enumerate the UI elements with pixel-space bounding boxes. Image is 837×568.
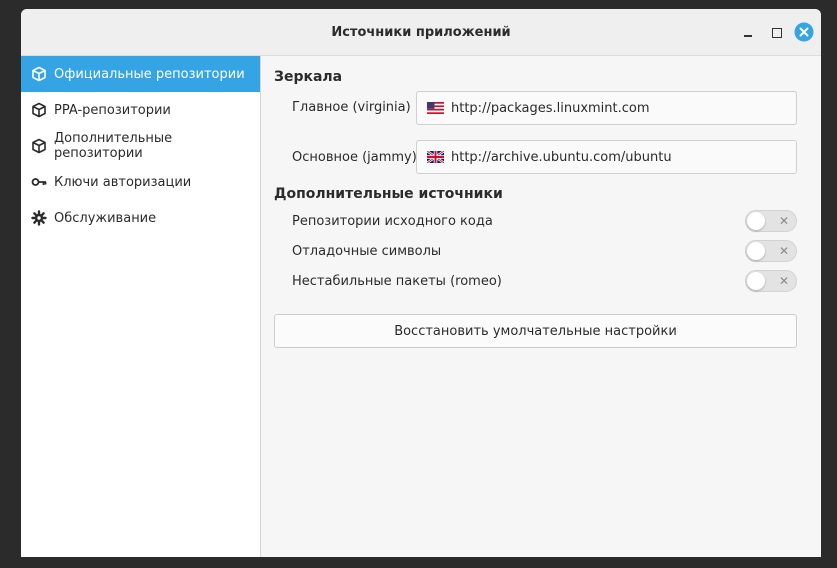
base-mirror-label: Основное (jammy)	[292, 150, 417, 165]
sidebar-item-label: Официальные репозитории	[54, 66, 245, 82]
sidebar-item-additional-repos[interactable]: Дополнительные репозитории	[21, 128, 260, 164]
key-icon	[31, 174, 47, 190]
unstable-packages-toggle[interactable]: ✕	[745, 270, 797, 292]
package-icon	[31, 66, 47, 82]
window-title: Источники приложений	[331, 25, 511, 40]
source-code-toggle-label: Репозитории исходного кода	[292, 214, 493, 229]
sidebar-item-auth-keys[interactable]: Ключи авторизации	[21, 164, 260, 200]
app-window: Источники приложений Официальные репозит…	[21, 9, 821, 557]
toggle-off-icon: ✕	[778, 274, 789, 288]
toggle-off-icon: ✕	[778, 244, 789, 258]
sidebar-item-ppa-repos[interactable]: PPA-репозитории	[21, 92, 260, 128]
sidebar-item-label: Обслуживание	[54, 210, 157, 226]
package-icon	[31, 102, 47, 118]
sidebar-item-label: Дополнительные репозитории	[54, 131, 173, 161]
sidebar: Официальные репозитории PPA-репозитории …	[21, 56, 261, 557]
package-icon	[31, 138, 47, 154]
sidebar-item-official-repos[interactable]: Официальные репозитории	[21, 56, 260, 92]
main-mirror-url: http://packages.linuxmint.com	[451, 100, 650, 116]
maximize-button[interactable]	[767, 23, 785, 41]
restore-defaults-button[interactable]: Восстановить умолчательные настройки	[274, 314, 797, 348]
main-content: Зеркала Главное (virginia) http://packag…	[274, 56, 804, 557]
main-mirror-label: Главное (virginia)	[292, 100, 411, 115]
mirrors-section-title: Зеркала	[274, 69, 343, 85]
sidebar-item-maintenance[interactable]: Обслуживание	[21, 200, 260, 236]
base-mirror-url: http://archive.ubuntu.com/ubuntu	[451, 149, 672, 165]
toggle-knob	[747, 242, 765, 260]
unstable-packages-toggle-label: Нестабильные пакеты (romeo)	[292, 274, 502, 289]
main-mirror-field[interactable]: http://packages.linuxmint.com	[416, 91, 797, 125]
uk-flag-icon	[427, 151, 444, 163]
debug-symbols-toggle-label: Отладочные символы	[292, 244, 442, 259]
sidebar-item-label: Ключи авторизации	[54, 174, 192, 190]
debug-symbols-toggle[interactable]: ✕	[745, 240, 797, 262]
minimize-button[interactable]	[739, 23, 757, 41]
toggle-off-icon: ✕	[778, 214, 789, 228]
optional-sources-section-title: Дополнительные источники	[274, 186, 503, 202]
source-code-toggle[interactable]: ✕	[745, 210, 797, 232]
us-flag-icon	[427, 102, 444, 114]
close-icon	[794, 22, 814, 42]
sidebar-item-label: PPA-репозитории	[54, 102, 171, 118]
close-button[interactable]	[794, 22, 814, 42]
title-bar[interactable]: Источники приложений	[21, 9, 821, 56]
toggle-knob	[747, 212, 765, 230]
toggle-knob	[747, 272, 765, 290]
base-mirror-field[interactable]: http://archive.ubuntu.com/ubuntu	[416, 140, 797, 174]
gear-icon	[31, 210, 47, 226]
